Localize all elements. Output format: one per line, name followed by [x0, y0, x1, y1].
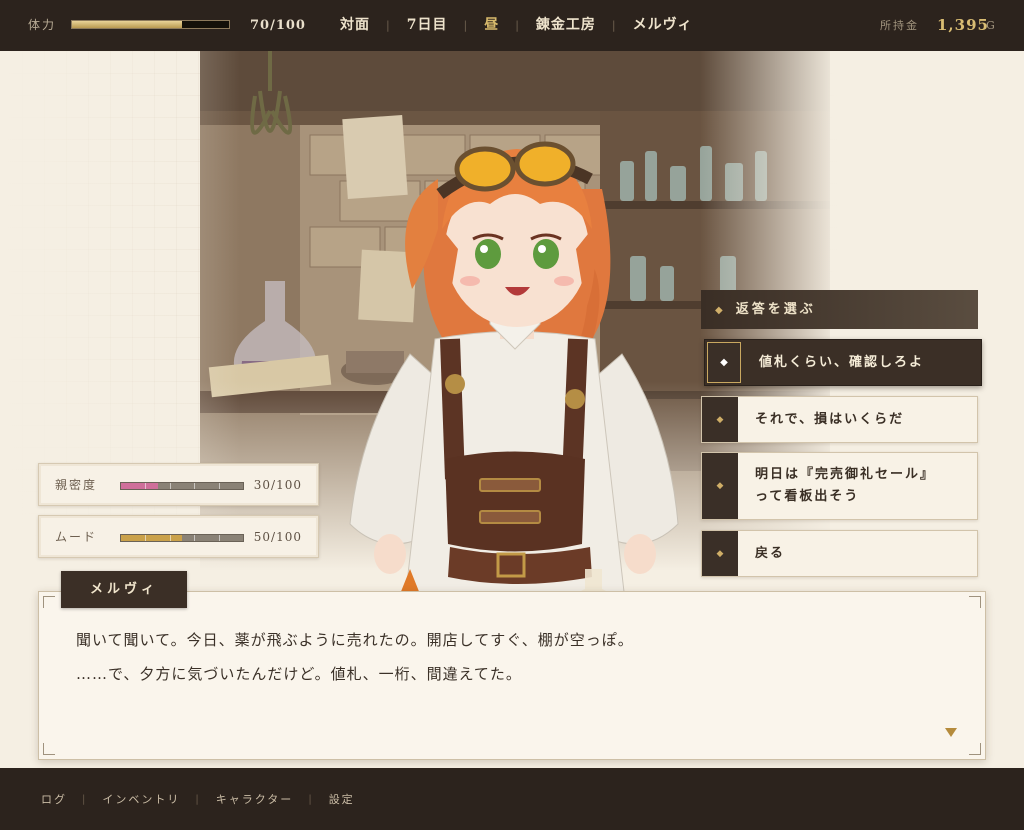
- mood-bar: [120, 534, 244, 542]
- breadcrumb-separator: |: [386, 19, 391, 32]
- response-option-text: 値札くらい、確認しろよ: [759, 354, 925, 370]
- menu-log-button[interactable]: ログ: [41, 791, 67, 807]
- frame-corner: [969, 596, 981, 608]
- frame-corner: [43, 743, 55, 755]
- bar-tick: [218, 483, 220, 489]
- response-option-text: それで、損はいくらだ: [755, 411, 905, 427]
- affinity-bar: [120, 482, 244, 490]
- menu-separator: |: [82, 793, 88, 805]
- bar-tick: [145, 483, 147, 489]
- hp-bar: [71, 20, 230, 29]
- response-option-back[interactable]: ◆ 戻る: [701, 530, 978, 577]
- frame-corner: [969, 743, 981, 755]
- bar-tick: [218, 535, 220, 541]
- affinity-bar-fill: [121, 483, 158, 489]
- response-option-how-much-loss[interactable]: ◆ それで、損はいくらだ: [701, 396, 978, 443]
- advance-triangle-down-icon[interactable]: [945, 728, 957, 737]
- money-value: 1,395: [937, 16, 989, 34]
- menu-inventory-button[interactable]: インベントリ: [102, 791, 180, 807]
- breadcrumb-separator: |: [611, 19, 617, 32]
- bar-tick: [169, 483, 171, 489]
- menu-character-button[interactable]: キャラクター: [216, 791, 294, 807]
- affinity-value: 30/100: [253, 478, 302, 492]
- diamond-icon: ◆: [715, 305, 726, 316]
- breadcrumb-character: メルヴィ: [632, 17, 693, 33]
- money-unit: G: [986, 19, 995, 32]
- speaker-nameplate: メルヴィ: [61, 571, 187, 608]
- hp-value: 70/100: [250, 18, 306, 33]
- breadcrumb-separator: |: [515, 19, 520, 32]
- bottom-menu-bar: ログ | インベントリ | キャラクター | 設定: [0, 768, 1024, 830]
- bar-tick: [169, 535, 171, 541]
- menu-separator: |: [195, 793, 201, 805]
- response-menu-heading: ◆ 返答を選ぶ: [701, 290, 978, 329]
- mood-stat-panel: ムード 50/100: [38, 515, 319, 558]
- hp-label: 体力: [28, 18, 57, 32]
- frame-corner: [43, 596, 55, 608]
- response-menu-title: 返答を選ぶ: [735, 302, 816, 317]
- breadcrumb-time: 昼: [484, 17, 500, 33]
- hp-bar-fill: [72, 21, 182, 28]
- money-label: 所持金: [880, 19, 919, 32]
- affinity-label: 親密度: [55, 478, 98, 492]
- response-option-check-price-tag[interactable]: ◆ 値札くらい、確認しろよ: [704, 339, 982, 386]
- response-option-text: 戻る: [755, 545, 786, 561]
- dialogue-line-2: ……で、夕方に気づいたんだけど。値札、一桁、間違えてた。: [76, 665, 522, 683]
- breadcrumb-location: 錬金工房: [535, 17, 596, 33]
- breadcrumb: 対面 | 7日目 | 昼 | 錬金工房 | メルヴィ: [340, 0, 693, 51]
- response-option-text: 明日は『完売御礼セール』 って看板出そう: [755, 453, 967, 519]
- mood-bar-fill: [121, 535, 182, 541]
- diamond-icon: ◆: [707, 342, 741, 383]
- melvi-character-portrait: [349, 141, 679, 644]
- menu-settings-button[interactable]: 設定: [329, 791, 355, 807]
- bar-tick: [145, 535, 147, 541]
- diamond-icon: ◆: [702, 453, 738, 519]
- bar-tick: [194, 535, 196, 541]
- response-option-text-line2: って看板出そう: [755, 489, 860, 504]
- breadcrumb-day: 7日目: [406, 17, 448, 33]
- diamond-icon: ◆: [702, 397, 738, 442]
- breadcrumb-separator: |: [463, 19, 469, 32]
- affinity-stat-panel: 親密度 30/100: [38, 463, 319, 506]
- bar-tick: [194, 483, 196, 489]
- breadcrumb-mode: 対面: [340, 17, 370, 33]
- menu-separator: |: [308, 793, 314, 805]
- response-option-sale-sign[interactable]: ◆ 明日は『完売御礼セール』 って看板出そう: [701, 452, 978, 520]
- diamond-icon: ◆: [702, 531, 738, 576]
- response-option-text-line1: 明日は『完売御礼セール』: [755, 467, 936, 482]
- dialogue-line-1: 聞いて聞いて。今日、薬が飛ぶように売れたの。開店してすぐ、棚が空っぽ。: [76, 631, 634, 649]
- top-status-bar: 体力 70/100 対面 | 7日目 | 昼 | 錬金工房 | メルヴィ 所持金…: [0, 0, 1024, 51]
- mood-label: ムード: [55, 530, 98, 544]
- mood-value: 50/100: [253, 530, 302, 544]
- dialogue-box[interactable]: 聞いて聞いて。今日、薬が飛ぶように売れたの。開店してすぐ、棚が空っぽ。 ……で、…: [38, 591, 986, 760]
